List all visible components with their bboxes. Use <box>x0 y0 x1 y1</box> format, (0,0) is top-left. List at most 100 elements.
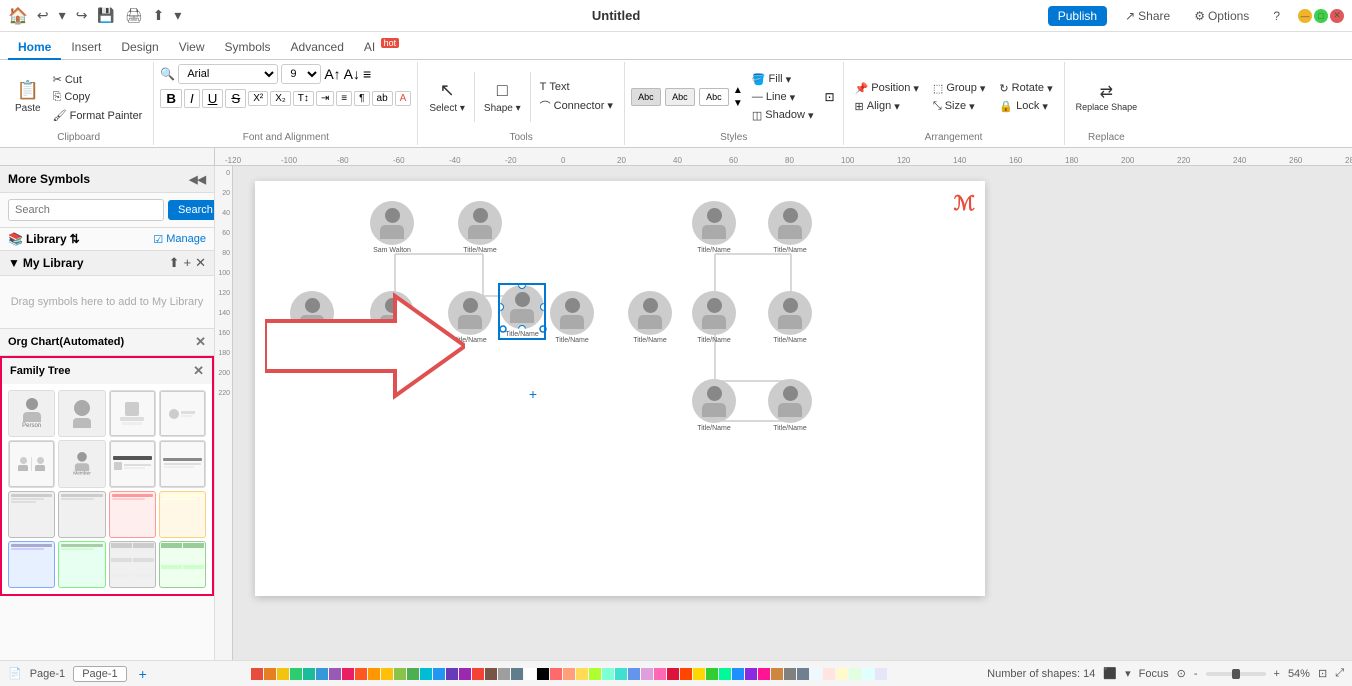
subscript-button[interactable]: X₂ <box>270 91 291 106</box>
size-button[interactable]: ⤡ Size ▾ <box>928 98 991 115</box>
color-swatch[interactable] <box>628 668 640 680</box>
symbol-id-card[interactable] <box>109 440 156 487</box>
color-swatch[interactable] <box>797 668 809 680</box>
selection-handle[interactable] <box>518 325 526 329</box>
selection-handle[interactable] <box>540 303 544 311</box>
color-swatch[interactable] <box>485 668 497 680</box>
style-up[interactable]: ▲ <box>733 85 743 96</box>
symbol-blue-card[interactable] <box>8 541 55 588</box>
maximize-button[interactable]: □ <box>1314 9 1328 23</box>
ft-node-n2[interactable]: Title/Name <box>458 201 502 254</box>
tab-view[interactable]: View <box>169 36 215 60</box>
export-dropdown[interactable]: ▾ <box>171 5 184 26</box>
publish-button[interactable]: Publish <box>1048 6 1107 26</box>
page-tab[interactable]: Page-1 <box>73 666 126 682</box>
copy-button[interactable]: ⎘ Copy <box>48 89 148 106</box>
color-swatch[interactable] <box>381 668 393 680</box>
color-swatch[interactable] <box>732 668 744 680</box>
color-swatch[interactable] <box>420 668 432 680</box>
styles-expand[interactable]: ⊡ <box>823 90 837 104</box>
connector-button[interactable]: ⌒ Connector ▾ <box>535 96 618 116</box>
color-swatch[interactable] <box>810 668 822 680</box>
color-swatch[interactable] <box>758 668 770 680</box>
paragraph-button[interactable]: ¶ <box>354 91 369 106</box>
selection-handle[interactable] <box>518 285 526 289</box>
color-swatch[interactable] <box>303 668 315 680</box>
color-swatch[interactable] <box>433 668 445 680</box>
symbol-single-small[interactable]: Member <box>58 440 105 487</box>
symbol-person-circle[interactable] <box>58 390 105 437</box>
share-button[interactable]: ↗ Share <box>1119 7 1176 25</box>
line-button[interactable]: — Line ▾ <box>747 89 819 106</box>
zoom-handle[interactable] <box>1232 669 1240 679</box>
color-swatch[interactable] <box>277 668 289 680</box>
color-swatch[interactable] <box>693 668 705 680</box>
focus-icon[interactable]: ⊙ <box>1177 667 1186 680</box>
layers-dropdown[interactable]: ▾ <box>1125 667 1131 680</box>
symbol-person-badge[interactable] <box>159 390 206 437</box>
color-swatch[interactable] <box>667 668 679 680</box>
add-page-button[interactable]: + <box>135 666 151 682</box>
fit-button[interactable]: ⊡ <box>1318 667 1327 680</box>
color-swatch[interactable] <box>602 668 614 680</box>
symbol-gray-card2[interactable] <box>58 491 105 538</box>
ft-node-n8[interactable]: Title/Name <box>500 285 544 338</box>
symbol-id-card2[interactable] <box>159 440 206 487</box>
paste-button[interactable]: 📋 Paste <box>10 67 46 127</box>
color-swatch[interactable] <box>771 668 783 680</box>
options-button[interactable]: ⚙ Options <box>1188 7 1255 25</box>
tab-insert[interactable]: Insert <box>61 36 111 60</box>
help-button[interactable]: ? <box>1267 7 1286 25</box>
color-swatch[interactable] <box>862 668 874 680</box>
color-swatch[interactable] <box>641 668 653 680</box>
symbol-person-card[interactable] <box>109 390 156 437</box>
manage-button[interactable]: ☑ Manage <box>153 233 206 246</box>
family-tree-close[interactable]: ✕ <box>193 363 204 379</box>
symbol-person-square[interactable]: Person <box>8 390 55 437</box>
color-swatch[interactable] <box>511 668 523 680</box>
color-swatch[interactable] <box>459 668 471 680</box>
ft-node-n10[interactable]: Title/Name <box>628 291 672 344</box>
tab-ai[interactable]: AI hot <box>354 34 409 60</box>
family-tree-header[interactable]: Family Tree ✕ <box>2 358 212 384</box>
color-swatch[interactable] <box>251 668 263 680</box>
shape-button[interactable]: □ Shape ▾ <box>479 70 526 125</box>
symbol-gray-card[interactable] <box>8 491 55 538</box>
tab-design[interactable]: Design <box>111 36 168 60</box>
color-swatch[interactable] <box>589 668 601 680</box>
fullscreen-button[interactable]: ⤢ <box>1335 667 1344 680</box>
color-swatch[interactable] <box>329 668 341 680</box>
color-swatch[interactable] <box>264 668 276 680</box>
symbol-green-table-card[interactable] <box>159 541 206 588</box>
layers-icon[interactable]: ⬛ <box>1103 667 1117 680</box>
color-swatch[interactable] <box>524 668 536 680</box>
ft-node-n11[interactable]: Title/Name <box>692 291 736 344</box>
strikethrough-button[interactable]: S <box>225 89 246 108</box>
color-swatch[interactable] <box>615 668 627 680</box>
zoom-in-button[interactable]: + <box>1274 668 1280 680</box>
replace-shape-button[interactable]: ⇄ Replace Shape <box>1071 70 1143 125</box>
color-swatch[interactable] <box>563 668 575 680</box>
color-swatch[interactable] <box>472 668 484 680</box>
bullet-button[interactable]: ≡ <box>336 91 352 106</box>
my-library-arrow[interactable]: ▼ <box>8 256 20 270</box>
color-swatch[interactable] <box>823 668 835 680</box>
font-color-button[interactable]: A <box>395 91 412 106</box>
shadow-button[interactable]: ◫ Shadow ▾ <box>747 107 819 124</box>
save-button[interactable]: 💾 <box>94 5 117 26</box>
color-swatch[interactable] <box>342 668 354 680</box>
align-btn[interactable]: ⊞ Align ▾ <box>850 98 924 115</box>
color-swatch[interactable] <box>706 668 718 680</box>
increase-font-button[interactable]: A↑ <box>324 66 340 82</box>
tab-advanced[interactable]: Advanced <box>281 36 354 60</box>
color-swatch[interactable] <box>849 668 861 680</box>
my-library-close[interactable]: ✕ <box>195 255 206 271</box>
ft-node-n14[interactable]: Title/Name <box>768 379 812 432</box>
redo-button[interactable]: ↪ <box>73 5 91 26</box>
color-swatch[interactable] <box>394 668 406 680</box>
lock-button[interactable]: 🔒 Lock ▾ <box>994 98 1057 115</box>
group-button[interactable]: ⬚ Group ▾ <box>928 80 991 97</box>
underline-button[interactable]: U <box>202 89 224 108</box>
color-swatch[interactable] <box>446 668 458 680</box>
library-expand-icon[interactable]: ⇅ <box>70 232 80 246</box>
